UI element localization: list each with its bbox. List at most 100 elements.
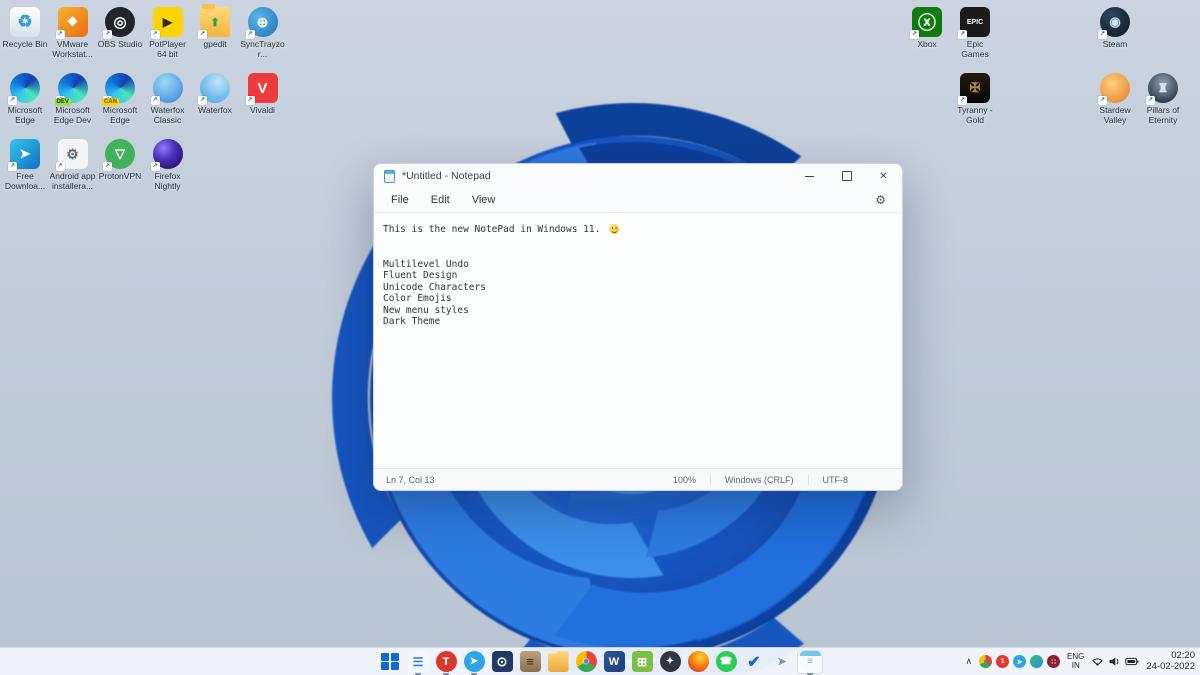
taskbar-ebook-app-icon[interactable]: ≡ — [517, 650, 543, 674]
tray-red-badge-tray-icon[interactable]: 1 — [996, 655, 1009, 668]
file-explorer-glyph — [548, 651, 569, 672]
shortcut-arrow-icon: ↗ — [246, 30, 255, 39]
shortcut-arrow-icon: ↗ — [103, 162, 112, 171]
taskbar-center-icons: ☰T➤⊙≡●W⊞✦☎✔➤≡ — [377, 648, 823, 675]
desktop-icon-epic-games-launcher[interactable]: EPIC↗Epic Games Launcher — [952, 7, 998, 59]
recycle-bin-icon: ♻ — [10, 7, 40, 37]
maximize-button[interactable] — [828, 164, 865, 188]
taskbar-red-circle-app-icon[interactable]: T — [433, 650, 459, 674]
pillars-of-eternity-glyph: ♜ — [1158, 81, 1169, 95]
desktop-icon-label: PotPlayer 64 bit — [145, 40, 191, 59]
menu-edit[interactable]: Edit — [420, 191, 461, 209]
desktop-icon-stardew-valley[interactable]: ↗Stardew Valley — [1092, 73, 1138, 125]
microsoft-edge-canary-icon: ↗CAN — [105, 73, 135, 103]
language-indicator[interactable]: ENG IN — [1067, 653, 1084, 670]
tray-green-app-tray-icon[interactable] — [1030, 655, 1043, 668]
tray-telegram-tray-icon[interactable]: ➤ — [1013, 655, 1026, 668]
desktop-icon-synctrayzor[interactable]: ⊕↗SyncTrayzor... — [240, 7, 286, 59]
desktop-icon-steam[interactable]: ◉↗Steam — [1092, 7, 1138, 50]
desktop-icon-microsoft-edge[interactable]: ↗Microsoft Edge — [2, 73, 48, 125]
taskbar-whatsapp-icon[interactable]: ☎ — [713, 650, 739, 674]
desktop-icon-gpedit[interactable]: ⬆↗gpedit — [192, 7, 238, 50]
caret-position: Ln 7, Col 13 — [386, 475, 435, 485]
taskbar-github-desktop-icon[interactable]: ✦ — [657, 650, 683, 674]
tray-chevron-icon[interactable]: ∧ — [965, 656, 972, 667]
green-grid-app-glyph: ⊞ — [632, 651, 653, 672]
taskbar-word-icon[interactable]: W — [601, 650, 627, 674]
taskbar-telegram-icon[interactable]: ➤ — [461, 650, 487, 674]
gpedit-glyph: ⬆ — [210, 16, 219, 29]
clock-date: 24-02-2022 — [1146, 662, 1195, 673]
taskbar-keepass-icon[interactable]: ⊙ — [489, 650, 515, 674]
clock[interactable]: 02:20 24-02-2022 — [1146, 651, 1195, 672]
taskbar-file-explorer-icon[interactable] — [545, 650, 571, 674]
tray-red-grid-tray-icon[interactable]: ∷ — [1047, 655, 1060, 668]
desktop-icon-free-download-manager[interactable]: ➤↗Free Downloa... — [2, 139, 48, 191]
shortcut-arrow-icon: ↗ — [1098, 30, 1107, 39]
desktop-icon-microsoft-edge-dev[interactable]: ↗DEV Microsoft Edge Dev — [50, 73, 96, 125]
steam-glyph: ◉ — [1109, 14, 1120, 30]
microsoft-edge-canary-channel-badge: CAN — [102, 98, 119, 106]
tray-chrome-tray-icon[interactable]: ● — [979, 655, 992, 668]
taskbar-shortcut-pin-icon[interactable]: ➤ — [769, 650, 795, 674]
desktop-icon-label: Pillars of Eternity — [1140, 106, 1186, 125]
desktop-icon-label: ProtonVPN — [97, 172, 143, 182]
taskbar-list-app-icon[interactable]: ☰ — [405, 650, 431, 674]
desktop-icon-waterfox[interactable]: ↗Waterfox — [192, 73, 238, 116]
vivaldi-icon: V↗ — [248, 73, 278, 103]
shortcut-pin-glyph: ➤ — [772, 651, 793, 672]
shortcut-arrow-icon: ↗ — [198, 96, 207, 105]
tyranny-gold-edition-icon: ✠↗ — [960, 73, 990, 103]
settings-gear-icon[interactable]: ⚙ — [865, 193, 896, 207]
shortcut-arrow-icon: ↗ — [198, 30, 207, 39]
word-glyph: W — [604, 651, 625, 672]
desktop-icon-firefox-nightly[interactable]: ↗Firefox Nightly — [145, 139, 191, 191]
desktop-icon-android-app-installer[interactable]: ⚙↗Android app installera... — [50, 139, 96, 191]
protonvpn-glyph: ▽ — [115, 146, 125, 162]
microsoft-edge-dev-channel-badge: DEV — [55, 98, 71, 106]
line-ending[interactable]: Windows (CRLF) — [711, 475, 808, 485]
desktop-icon-xbox[interactable]: ⓧ↗Xbox — [904, 7, 950, 50]
taskbar-firefox-icon[interactable] — [685, 650, 711, 674]
ebook-app-glyph: ≡ — [520, 651, 541, 672]
shortcut-arrow-icon: ↗ — [8, 162, 17, 171]
synctrayzor-glyph: ⊕ — [257, 14, 269, 31]
menu-file[interactable]: File — [380, 191, 420, 209]
desktop-icon-tyranny-gold-edition[interactable]: ✠↗Tyranny - Gold Edition — [952, 73, 998, 125]
text-line: This is the new NotePad in Windows 11. — [383, 224, 902, 236]
desktop-icon-recycle-bin[interactable]: ♻Recycle Bin — [2, 7, 48, 50]
taskbar-green-grid-app-icon[interactable]: ⊞ — [629, 650, 655, 674]
close-button[interactable]: ✕ — [865, 164, 902, 188]
keepass-glyph: ⊙ — [492, 651, 513, 672]
taskbar-notepad-icon[interactable]: ≡ — [797, 650, 823, 674]
red-circle-app-glyph: T — [436, 651, 457, 672]
desktop-icon-label: Waterfox — [192, 106, 238, 116]
desktop-icon-obs-studio[interactable]: ◎↗OBS Studio — [97, 7, 143, 50]
desktop-icon-waterfox-classic[interactable]: ↗Waterfox Classic — [145, 73, 191, 125]
text-line: Dark Theme — [383, 316, 902, 328]
desktop-icon-label: Microsoft Edge Dev — [50, 106, 96, 125]
minimize-button[interactable] — [791, 164, 828, 188]
zoom-level[interactable]: 100% — [659, 475, 710, 485]
xbox-icon: ⓧ↗ — [912, 7, 942, 37]
notepad-window: *Untitled - Notepad ✕ FileEditView ⚙ This… — [373, 163, 903, 491]
waterfox-classic-icon: ↗ — [153, 73, 183, 103]
desktop-icon-label: Vivaldi — [240, 106, 286, 116]
telegram-glyph: ➤ — [464, 651, 485, 672]
desktop-icon-potplayer[interactable]: ▶↗PotPlayer 64 bit — [145, 7, 191, 59]
notepad-text-area[interactable]: This is the new NotePad in Windows 11. M… — [374, 213, 902, 468]
menu-view[interactable]: View — [461, 191, 507, 209]
encoding[interactable]: UTF-8 — [809, 475, 863, 485]
taskbar-start-icon[interactable] — [377, 650, 403, 674]
desktop-icon-protonvpn[interactable]: ▽↗ProtonVPN — [97, 139, 143, 182]
desktop-icon-vivaldi[interactable]: V↗ Vivaldi — [240, 73, 286, 116]
desktop-icon-pillars-of-eternity[interactable]: ♜↗Pillars of Eternity — [1140, 73, 1186, 125]
notepad-titlebar[interactable]: *Untitled - Notepad ✕ — [374, 164, 902, 188]
taskbar-chrome-icon[interactable]: ● — [573, 650, 599, 674]
desktop-icon-microsoft-edge-canary[interactable]: ↗CANMicrosoft Edge Canary — [97, 73, 143, 125]
text-line — [383, 247, 902, 259]
taskbar-todo-check-icon[interactable]: ✔ — [741, 650, 767, 674]
microsoft-edge-dev-icon: ↗DEV — [58, 73, 88, 103]
quick-settings[interactable] — [1091, 655, 1139, 668]
desktop-icon-vmware-workstation[interactable]: ❖↗VMware Workstat... — [50, 7, 96, 59]
